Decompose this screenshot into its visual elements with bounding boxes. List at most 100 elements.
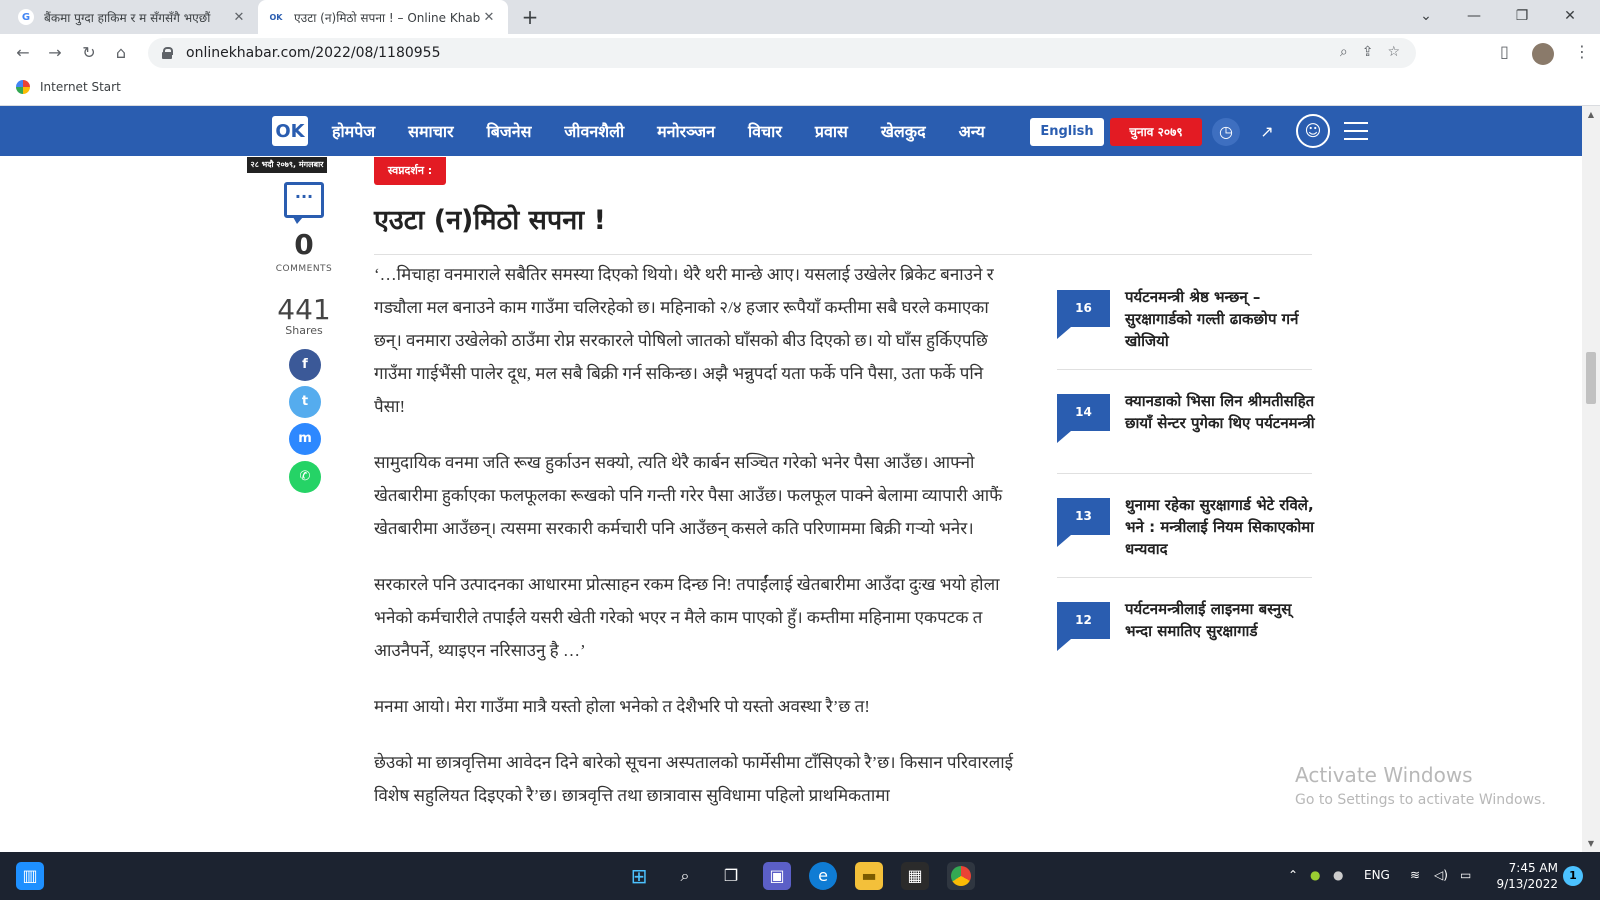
whatsapp-icon[interactable]: ✆ — [289, 461, 321, 493]
lock-icon[interactable] — [162, 47, 173, 59]
minimize-button[interactable]: — — [1450, 0, 1498, 34]
forward-icon[interactable]: → — [44, 42, 66, 64]
trending-rank: 14 — [1057, 394, 1110, 443]
article-headline: एउटा (न)मिठो सपना ! — [374, 205, 606, 236]
language-indicator[interactable]: ENG — [1364, 868, 1390, 882]
teams-chat-icon[interactable]: ▣ — [763, 862, 791, 890]
user-icon[interactable]: ☺ — [1296, 114, 1330, 148]
tab-title: बैंकमा पुग्दा हाकिम र म सँगसँगै भएछौं — [44, 10, 211, 25]
widgets-icon[interactable]: ▥ — [16, 862, 44, 890]
trending-title[interactable]: थुनामा रहेका सुरक्षागार्ड भेटे रविले, भन… — [1125, 494, 1315, 560]
article-body: ‘…मिचाहा वनमाराले सबैतिर समस्या दिएको थि… — [374, 258, 1014, 835]
trending-rank: 12 — [1057, 602, 1110, 651]
file-explorer-icon[interactable]: ▬ — [855, 862, 883, 890]
new-tab-button[interactable]: + — [518, 6, 542, 28]
browser-toolbar: ← → ↻ ⌂ onlinekhabar.com/2022/08/1180955… — [0, 34, 1600, 72]
bookmark-label: Internet Start — [40, 80, 121, 94]
paragraph: छेउको मा छात्रवृत्तिमा आवेदन दिने बारेको… — [374, 753, 1013, 805]
menu-kebab-icon[interactable]: ⋮ — [1574, 42, 1590, 61]
trending-title[interactable]: पर्यटनमन्त्री श्रेष्ठ भन्छन् – सुरक्षागा… — [1125, 286, 1315, 352]
clock[interactable]: 7:45 AM 9/13/2022 — [1488, 860, 1558, 892]
bookmark-internet-start[interactable]: Internet Start — [16, 80, 121, 94]
category-badge[interactable]: स्वप्नदर्शन : — [374, 157, 446, 185]
side-panel-icon[interactable]: ▯ — [1500, 42, 1509, 61]
english-button[interactable]: English — [1030, 118, 1104, 146]
tray-app-icon[interactable]: ● — [1310, 868, 1320, 882]
tab-title: एउटा (न)मिठो सपना ! – Online Khabar — [294, 10, 480, 25]
twitter-icon[interactable]: t — [289, 386, 321, 418]
paragraph: सामुदायिक वनमा जति रूख हुर्काउन सक्यो, त… — [374, 453, 1003, 538]
bookmark-star-icon[interactable]: ☆ — [1387, 44, 1400, 60]
share-icon[interactable]: ⇪ — [1362, 44, 1374, 60]
trending-title[interactable]: क्यानडाको भिसा लिन श्रीमतीसहित छायाँ सेन… — [1125, 390, 1315, 434]
share-label: Shares — [285, 324, 323, 337]
nav-other[interactable]: अन्य — [959, 120, 985, 142]
zoom-icon[interactable]: ⌕ — [1340, 44, 1348, 60]
task-view-icon[interactable]: ❐ — [717, 862, 745, 890]
hamburger-menu-icon[interactable] — [1344, 122, 1368, 140]
comment-count: 0 — [294, 228, 314, 261]
comment-label: COMMENTS — [275, 264, 333, 274]
scroll-up-icon[interactable]: ▲ — [1582, 110, 1600, 119]
paragraph: सरकारले पनि उत्पादनका आधारमा प्रोत्साहन … — [374, 575, 1000, 660]
bookmarks-bar: Internet Start — [0, 72, 1600, 106]
header-divider — [374, 254, 1312, 255]
site-navbar: OK होमपेज समाचार बिजनेस जीवनशैली मनोरञ्ज… — [0, 106, 1582, 156]
tab-search-icon[interactable]: ⌄ — [1402, 0, 1450, 34]
nav-home[interactable]: होमपेज — [332, 120, 375, 142]
nav-sports[interactable]: खेलकुद — [881, 120, 926, 142]
comment-icon[interactable]: ··· — [284, 182, 324, 224]
show-hidden-icons[interactable]: ⌃ — [1288, 868, 1298, 882]
notification-badge[interactable]: 1 — [1563, 866, 1583, 886]
address-bar[interactable]: onlinekhabar.com/2022/08/1180955 ⌕ ⇪ ☆ — [148, 38, 1416, 68]
history-icon[interactable]: ◷ — [1212, 118, 1240, 146]
nav-lifestyle[interactable]: जीवनशैली — [564, 120, 624, 142]
scroll-thumb[interactable] — [1586, 352, 1596, 404]
home-icon[interactable]: ⌂ — [110, 42, 132, 64]
messenger-icon[interactable]: m — [289, 423, 321, 455]
page-scrollbar[interactable]: ▲ ▼ — [1582, 106, 1600, 852]
logo-text: OK — [275, 120, 305, 142]
activate-windows-subtitle: Go to Settings to activate Windows. — [1295, 792, 1546, 808]
url-text[interactable]: onlinekhabar.com/2022/08/1180955 — [186, 45, 441, 61]
election-button[interactable]: चुनाव २०७९ — [1110, 118, 1202, 146]
tab-strip: G बैंकमा पुग्दा हाकिम र म सँगसँगै भएछौं … — [0, 0, 1600, 34]
microsoft-store-icon[interactable]: ▦ — [901, 862, 929, 890]
browser-tab-2[interactable]: OK एउटा (न)मिठो सपना ! – Online Khabar ✕ — [258, 0, 508, 34]
profile-avatar[interactable] — [1532, 43, 1554, 65]
nav-menu: होमपेज समाचार बिजनेस जीवनशैली मनोरञ्जन व… — [332, 106, 1018, 156]
site-logo[interactable]: OK — [272, 116, 308, 146]
maximize-button[interactable]: ❐ — [1498, 0, 1546, 34]
clock-date: 9/13/2022 — [1496, 877, 1558, 891]
battery-icon[interactable]: ▭ — [1460, 868, 1471, 882]
search-icon[interactable]: ⌕ — [671, 862, 699, 890]
browser-tab-1[interactable]: G बैंकमा पुग्दा हाकिम र म सँगसँगै भएछौं … — [8, 0, 258, 34]
scroll-down-icon[interactable]: ▼ — [1582, 839, 1600, 848]
nav-business[interactable]: बिजनेस — [487, 120, 532, 142]
wifi-icon[interactable]: ≋ — [1410, 868, 1420, 882]
nav-diaspora[interactable]: प्रवास — [815, 120, 848, 142]
nav-opinion[interactable]: विचार — [748, 120, 782, 142]
windows-taskbar: ▥ ⊞ ⌕ ❐ ▣ e ▬ ▦ ⌃ ● ● ENG ≋ ◁) ▭ 7:45 AM… — [0, 852, 1600, 900]
back-icon[interactable]: ← — [12, 42, 34, 64]
edge-icon[interactable]: e — [809, 862, 837, 890]
date-badge: २८ भदौ २०७९, मंगलबार — [247, 157, 327, 173]
facebook-icon[interactable]: f — [289, 349, 321, 381]
activate-windows-title: Activate Windows — [1295, 763, 1473, 787]
trending-icon[interactable]: ↗ — [1253, 118, 1281, 146]
close-tab-icon[interactable]: ✕ — [230, 10, 248, 25]
nav-entertainment[interactable]: मनोरञ्जन — [657, 120, 715, 142]
divider — [1057, 577, 1312, 578]
volume-icon[interactable]: ◁) — [1434, 868, 1448, 882]
onlinekhabar-favicon-icon: OK — [269, 12, 283, 22]
reload-icon[interactable]: ↻ — [78, 42, 100, 64]
divider — [1057, 473, 1312, 474]
share-count: 441 — [277, 293, 331, 326]
trending-title[interactable]: पर्यटनमन्त्रीलाई लाइनमा बस्नुस् भन्दा सम… — [1125, 598, 1315, 642]
chrome-icon[interactable] — [947, 862, 975, 890]
close-window-button[interactable]: ✕ — [1546, 0, 1594, 34]
tray-app-icon[interactable]: ● — [1333, 868, 1343, 882]
nav-news[interactable]: समाचार — [408, 120, 453, 142]
start-icon[interactable]: ⊞ — [625, 862, 653, 890]
close-tab-icon[interactable]: ✕ — [480, 10, 498, 25]
